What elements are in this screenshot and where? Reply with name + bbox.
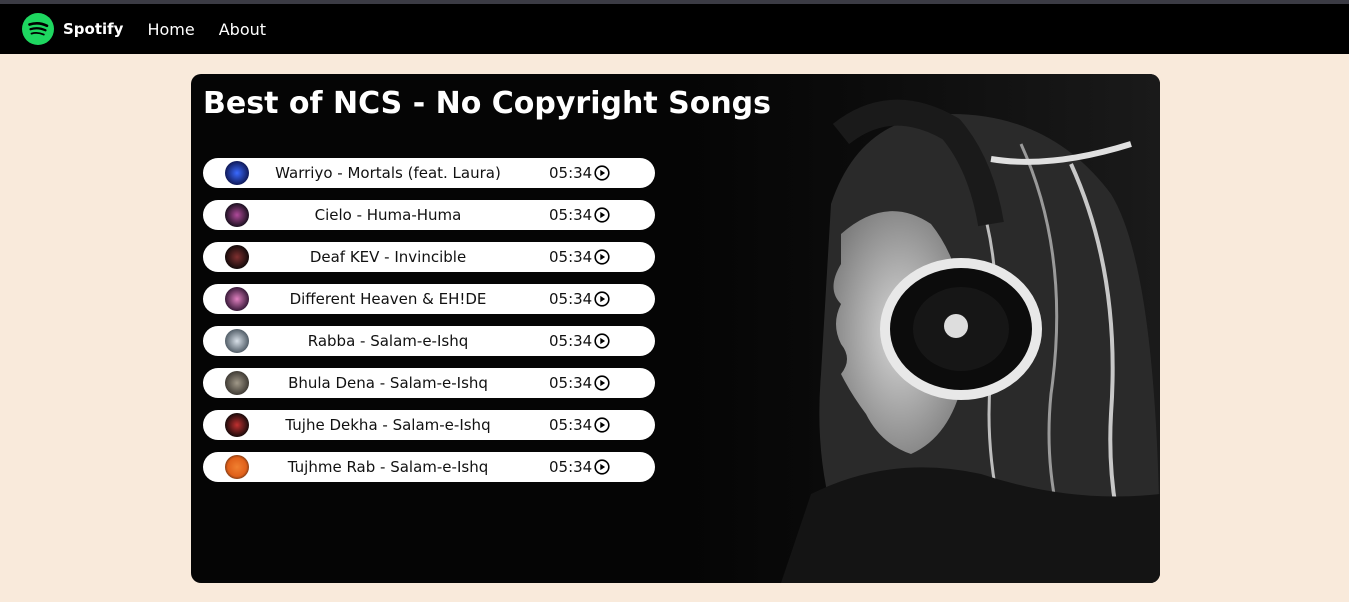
song-cover-image <box>225 245 249 269</box>
brand-name: Spotify <box>63 20 124 38</box>
play-circle-icon[interactable] <box>594 333 610 349</box>
song-name: Tujhe Dekha - Salam-e-Ishq <box>285 416 491 434</box>
play-circle-icon[interactable] <box>594 207 610 223</box>
song-item[interactable]: Different Heaven & EH!DE 05:34 <box>203 284 655 314</box>
song-duration: 05:34 <box>549 248 593 266</box>
song-cover-image <box>225 203 249 227</box>
song-cover-image <box>225 371 249 395</box>
song-cover-image <box>225 329 249 353</box>
play-circle-icon[interactable] <box>594 417 610 433</box>
brand-logo-link[interactable]: Spotify <box>22 13 123 45</box>
play-circle-icon[interactable] <box>594 291 610 307</box>
navbar: Spotify Home About <box>0 4 1349 54</box>
spotify-logo-icon <box>22 13 54 45</box>
song-name: Different Heaven & EH!DE <box>289 290 487 308</box>
song-name: Cielo - Huma-Huma <box>314 206 462 224</box>
song-duration: 05:34 <box>549 374 593 392</box>
song-duration: 05:34 <box>549 290 593 308</box>
nav-link-home[interactable]: Home <box>147 20 194 39</box>
song-item[interactable]: Tujhme Rab - Salam-e-Ishq 05:34 <box>203 452 655 482</box>
headphones-portrait-image <box>691 74 1160 583</box>
song-name: Bhula Dena - Salam-e-Ishq <box>288 374 488 392</box>
play-circle-icon[interactable] <box>594 459 610 475</box>
nav-link-about[interactable]: About <box>219 20 266 39</box>
song-duration: 05:34 <box>549 164 593 182</box>
playlist-card: Best of NCS - No Copyright Songs Warriyo… <box>191 74 1160 583</box>
song-name: Deaf KEV - Invincible <box>309 248 467 266</box>
song-name: Warriyo - Mortals (feat. Laura) <box>275 164 501 182</box>
song-cover-image <box>225 287 249 311</box>
song-duration: 05:34 <box>549 416 593 434</box>
song-name: Tujhme Rab - Salam-e-Ishq <box>287 458 489 476</box>
song-item[interactable]: Warriyo - Mortals (feat. Laura) 05:34 <box>203 158 655 188</box>
song-item[interactable]: Tujhe Dekha - Salam-e-Ishq 05:34 <box>203 410 655 440</box>
song-duration: 05:34 <box>549 206 593 224</box>
song-item[interactable]: Cielo - Huma-Huma 05:34 <box>203 200 655 230</box>
play-circle-icon[interactable] <box>594 375 610 391</box>
song-item[interactable]: Bhula Dena - Salam-e-Ishq 05:34 <box>203 368 655 398</box>
song-name: Rabba - Salam-e-Ishq <box>307 332 469 350</box>
playlist-title: Best of NCS - No Copyright Songs <box>203 86 772 121</box>
play-circle-icon[interactable] <box>594 249 610 265</box>
song-duration: 05:34 <box>549 332 593 350</box>
song-duration: 05:34 <box>549 458 593 476</box>
song-cover-image <box>225 455 249 479</box>
song-item[interactable]: Deaf KEV - Invincible 05:34 <box>203 242 655 272</box>
play-circle-icon[interactable] <box>594 165 610 181</box>
song-cover-image <box>225 413 249 437</box>
song-cover-image <box>225 161 249 185</box>
song-item[interactable]: Rabba - Salam-e-Ishq 05:34 <box>203 326 655 356</box>
song-list: Warriyo - Mortals (feat. Laura) 05:34 Ci… <box>203 158 655 494</box>
